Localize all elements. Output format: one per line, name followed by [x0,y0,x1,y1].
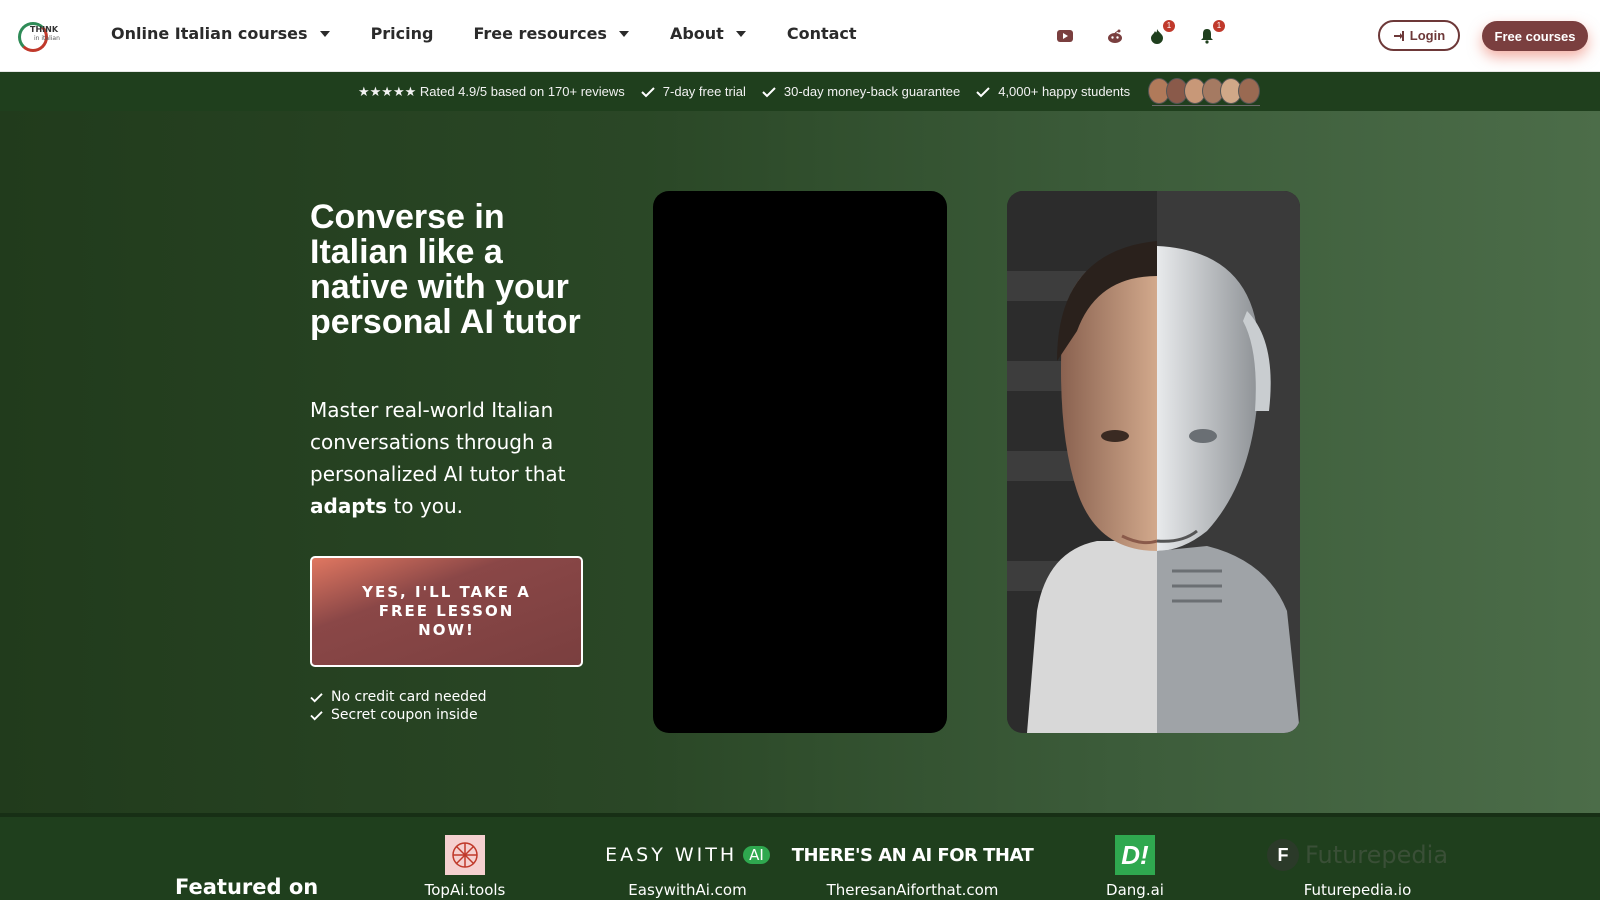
hero-subtitle: Master real-world Italian conversations … [310,394,600,522]
nav-contact[interactable]: Contact [787,24,857,43]
youtube-icon[interactable] [1055,26,1075,46]
student-avatars [1148,77,1261,106]
featured-futurepedia[interactable]: F Futurepedia Futurepedia.io [1266,835,1448,899]
futurepedia-logo: F Futurepedia [1266,835,1449,875]
free-lesson-cta-button[interactable]: YES, I'LL TAKE A FREE LESSON NOW! [310,556,583,667]
chevron-down-icon [319,30,330,37]
free-courses-label: Free courses [1494,28,1576,44]
fire-icon[interactable]: 1 [1147,20,1175,46]
featured-caption: Dang.ai [1106,881,1164,899]
hero-title: Converse in Italian like a native with y… [310,198,581,341]
nav-free-resources[interactable]: Free resources [473,24,629,43]
think-in-italian-logo[interactable]: THINK in italian [18,20,64,52]
trust-label: 30-day money-back guarantee [783,84,961,99]
featured-on-section: Featured on TopAi.tools EASY WITH AI Eas… [0,813,1600,900]
bell-icon[interactable]: 1 [1197,20,1225,46]
nav-online-italian-courses[interactable]: Online Italian courses [111,24,330,43]
nav-about[interactable]: About [670,24,746,43]
featured-caption: Futurepedia.io [1303,881,1412,899]
featured-dang-ai[interactable]: D! Dang.ai [1085,835,1185,899]
featured-easywithai[interactable]: EASY WITH AI EasywithAi.com [595,835,780,899]
nav-label: Online Italian courses [111,24,308,43]
logo-subtext: in italian [34,35,60,42]
nav-label: About [669,24,724,43]
logo-text: THINK [30,25,59,34]
cta-label: YES, I'LL TAKE A FREE LESSON NOW! [362,583,531,639]
trust-label: 7-day free trial [662,84,746,99]
check-icon [641,86,655,97]
dang-ai-logo: D! [1115,835,1155,875]
reddit-icon[interactable] [1105,26,1125,46]
perk-item: Secret coupon inside [310,706,487,724]
nav-label: Free resources [473,24,607,43]
hero-perks: No credit card needed Secret coupon insi… [310,688,487,724]
trust-item-free-trial: 7-day free trial [641,84,746,99]
check-icon [310,692,323,702]
trust-item-money-back: 30-day money-back guarantee [762,84,960,99]
free-courses-button[interactable]: Free courses [1482,21,1588,51]
easywithai-logo-badge: AI [743,846,770,864]
check-icon [976,86,990,97]
notification-badge: 1 [1163,20,1175,32]
futurepedia-logo-mark: F [1266,839,1299,871]
avatar [1238,77,1261,104]
easywithai-logo-text: EASY WITH [605,844,738,866]
featured-theresanaiforthat[interactable]: THERE'S AN AI FOR THAT TheresanAiforthat… [792,835,1034,900]
check-icon [310,710,323,720]
perk-item: No credit card needed [310,688,487,706]
theresanaiforthat-logo: THERE'S AN AI FOR THAT [791,844,1034,866]
nav-pricing[interactable]: Pricing [371,24,434,43]
featured-topai-tools[interactable]: TopAi.tools [415,835,515,899]
perk-label: Secret coupon inside [331,707,478,723]
hero-subtitle-end: to you. [387,494,463,518]
hero-subtitle-emphasis: adapts [310,494,388,518]
rating-text: ★★★★★ Rated 4.9/5 based on 170+ reviews [358,84,625,100]
easywithai-logo: EASY WITH AI [605,835,770,875]
check-icon [762,86,776,97]
featured-caption: TopAi.tools [424,881,506,899]
trust-label: 4,000+ happy students [998,84,1131,99]
nav-label: Contact [786,24,857,43]
topai-tools-logo [445,835,485,875]
featured-caption: TheresanAiforthat.com [826,881,999,899]
hero-video-player[interactable] [653,191,947,733]
trust-item-students: 4,000+ happy students [976,84,1130,99]
login-label: Login [1409,28,1446,43]
futurepedia-logo-text: Futurepedia [1304,841,1449,869]
perk-label: No credit card needed [331,689,487,705]
featured-caption: EasywithAi.com [628,881,747,899]
trust-bar: ★★★★★ Rated 4.9/5 based on 170+ reviews … [0,72,1600,111]
chevron-down-icon [618,30,629,37]
ai-tutor-image [1007,191,1300,733]
login-button[interactable]: Login [1378,20,1460,51]
rating-label: ★★★★★ Rated 4.9/5 based on 170+ reviews [358,83,625,99]
notification-badge: 1 [1213,20,1225,32]
hero-subtitle-text: Master real-world Italian conversations … [310,398,566,486]
sign-in-icon [1393,30,1404,41]
site-header: THINK in italian Online Italian courses P… [0,0,1600,72]
featured-title: Featured on [175,875,319,899]
nav-label: Pricing [370,24,434,43]
chevron-down-icon [735,30,746,37]
main-nav: Online Italian courses Pricing Free reso… [111,24,857,43]
